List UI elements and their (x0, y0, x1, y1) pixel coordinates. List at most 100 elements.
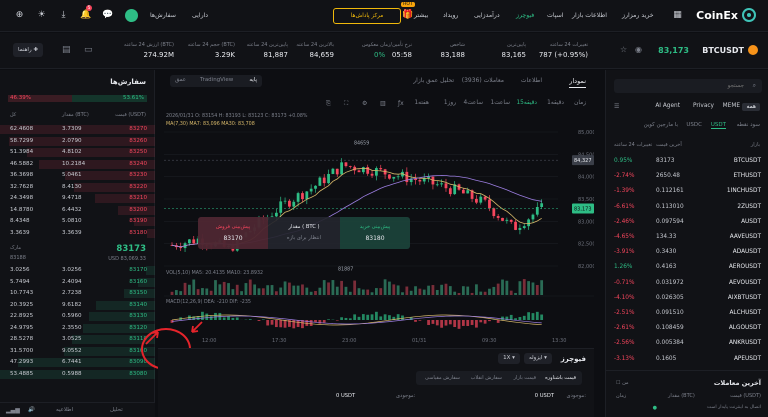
volume-bar (301, 284, 304, 295)
market-row[interactable]: BTCUSDT 83173 0.95% (606, 155, 768, 170)
guide-button[interactable]: راهنما ✚ (13, 43, 43, 57)
low-marker: 81887 (338, 266, 353, 272)
market-row[interactable]: AIXBTUSDT 0.026305 -4.10% (606, 292, 768, 307)
nav-more[interactable]: بیشتر (414, 12, 428, 19)
more-categories-icon[interactable]: ☰ (614, 103, 619, 110)
bid-row[interactable]: 83170 3.0256 3.0256 (0, 266, 155, 276)
nav-market-data[interactable]: اطلاعات بازار (572, 12, 607, 19)
tab-stop[interactable]: سفارش انقلاب (471, 375, 502, 381)
popup-sell-box[interactable]: پیش‌بینی فروش 83170 (198, 217, 268, 249)
calculator-icon[interactable]: ▤ (62, 45, 71, 55)
col-market[interactable]: بازار (751, 142, 760, 148)
quote-tab-coin-margined[interactable]: با مارجین کوین (644, 122, 678, 128)
ask-row[interactable]: 83200 6.4432 14.8780 (0, 205, 155, 216)
market-row[interactable]: AUSDT 0.097594 -2.46% (606, 216, 768, 231)
available-label-right: موجودی: (566, 393, 586, 399)
macd-bar (231, 317, 235, 320)
tab-limit[interactable]: قیمت باشناوره (545, 375, 576, 381)
avatar[interactable] (125, 9, 138, 22)
chat-icon[interactable]: 💬 (102, 10, 113, 21)
sub-tab-spot-margin[interactable]: سود نقطه (737, 122, 760, 128)
nav-futures[interactable]: فیوچرز (516, 12, 534, 19)
category-2[interactable]: Privacy (693, 103, 714, 109)
nav-events[interactable]: رویداد (443, 12, 458, 19)
bid-row[interactable]: 83080 0.5988 53.4885 (0, 369, 155, 380)
market-row[interactable]: ANKRUSDT 0.005384 -2.56% (606, 337, 768, 352)
language-globe-icon[interactable]: ⊕ (14, 10, 25, 21)
market-row[interactable]: ADAUSDT 0.3430 -3.91% (606, 246, 768, 261)
status-analysis[interactable]: تحلیل (110, 407, 123, 413)
margin-mode-select[interactable]: ایزوله ▾ (524, 353, 552, 364)
bid-row[interactable]: 83140 9.6182 20.3925 (0, 300, 155, 311)
market-row[interactable]: ALGOUSDT 0.108459 -2.61% (606, 322, 768, 337)
candle-body (540, 203, 544, 207)
announcement-icon[interactable]: 🔊 (28, 407, 35, 413)
nav-orders[interactable]: سفارش‌ها (150, 12, 176, 19)
status-announcement[interactable]: اطلاعیه (56, 407, 73, 413)
leverage-select[interactable]: 1X ▾ (498, 353, 520, 364)
my-trades-toggle[interactable]: ☐ من (616, 380, 629, 386)
volume-bar (501, 279, 504, 295)
bell-icon[interactable]: 🔔 (80, 10, 91, 21)
ask-row[interactable]: 83210 9.4718 24.3498 (0, 194, 155, 204)
bid-row[interactable]: 83100 9.0552 31.5700 (0, 346, 155, 357)
quote-tab-usdc[interactable]: USDC (686, 122, 702, 128)
order-total: 3.3639 (10, 229, 30, 236)
coinex-logo[interactable]: CoinEx (696, 8, 756, 22)
star-icon[interactable]: ☆ (620, 45, 627, 54)
candlestick-chart[interactable]: 85,00084,50084,00083,50083,00082,50082,0… (158, 70, 594, 348)
macd-bar (540, 314, 544, 320)
volume-bar (461, 286, 465, 295)
category-3[interactable]: AI Agent (655, 103, 680, 109)
category-0[interactable]: همه (742, 103, 760, 111)
book-icon[interactable]: ▭ (84, 45, 93, 55)
ask-row[interactable]: 83240 10.2184 46.5882 (0, 159, 155, 170)
gift-icon[interactable]: 🎁 (402, 10, 413, 21)
ask-row[interactable]: 83250 4.8102 51.3984 (0, 148, 155, 158)
bid-row[interactable]: 83150 2.7238 10.7743 (0, 289, 155, 299)
ask-row[interactable]: 83220 8.4130 32.7628 (0, 182, 155, 193)
rewards-center-button[interactable]: مرکز پاداش‌ها (333, 8, 401, 24)
col-change[interactable]: تغییرات 24 ساعته (614, 142, 652, 148)
pair-name[interactable]: BTCUSDT (702, 46, 744, 55)
nav-assets[interactable]: دارایی (192, 12, 208, 19)
apps-grid-icon[interactable]: ▦ (672, 10, 683, 21)
candle-body (309, 188, 313, 192)
market-row[interactable]: ALCHUSDT 0.091510 -2.51% (606, 307, 768, 322)
market-row[interactable]: 2ZUSDT 0.113010 -6.61% (606, 201, 768, 216)
search-input[interactable] (644, 81, 744, 91)
ask-row[interactable]: 83230 5.0461 36.3698 (0, 171, 155, 181)
download-icon[interactable]: ⤓ (58, 10, 69, 21)
market-row[interactable]: 1INCHUSDT 0.112161 -1.39% (606, 185, 768, 200)
bid-row[interactable]: 83120 2.3550 24.9795 (0, 323, 155, 334)
bid-row[interactable]: 83090 6.7441 47.2993 (0, 358, 155, 368)
market-search[interactable]: ⌕ (614, 79, 762, 93)
popup-buy-box[interactable]: پیش‌بینی خرید 83180 (340, 217, 410, 249)
macd-bar (414, 320, 417, 322)
ask-row[interactable]: 83260 2.0790 58.7299 (0, 136, 155, 147)
market-pair: ALGOUSDT (728, 325, 761, 332)
nav-buy-crypto[interactable]: خرید رمزارز (622, 12, 654, 19)
info-icon[interactable]: ◉ (635, 45, 642, 54)
market-row[interactable]: ETHUSDT 2650.48 -2.74% (606, 170, 768, 185)
ask-row[interactable]: 83270 3.7309 62.4608 (0, 125, 155, 135)
market-row[interactable]: AAVEUSDT 134.33 -4.65% (606, 231, 768, 246)
bid-row[interactable]: 83110 3.0525 28.5278 (0, 335, 155, 345)
market-row[interactable]: APEUSDT 0.1605 -3.13% (606, 353, 768, 368)
candle-body (340, 162, 343, 175)
ask-row[interactable]: 83180 3.3639 3.3639 (0, 228, 155, 239)
market-row[interactable]: AEVOUSDT 0.031972 -0.71% (606, 277, 768, 292)
category-1[interactable]: MEME (723, 103, 740, 109)
tab-scale[interactable]: سفارش مقیاسی (425, 375, 460, 381)
nav-earn[interactable]: درآمدزایی (474, 12, 500, 19)
bid-row[interactable]: 83160 2.4094 5.7494 (0, 277, 155, 288)
quote-tab-usdt[interactable]: USDT (710, 122, 726, 129)
nav-spot[interactable]: اسپات (547, 12, 563, 19)
ask-row[interactable]: 83190 5.0810 8.4348 (0, 217, 155, 227)
market-row[interactable]: AEROUSDT 0.4163 1.26% (606, 261, 768, 276)
theme-toggle-icon[interactable]: ☀ (36, 10, 47, 21)
popup-amount-box[interactable]: مقدار ( BTC ) انتظار برای بازه (268, 217, 340, 249)
tab-market[interactable]: قیمت بازار (514, 375, 536, 381)
bid-row[interactable]: 83130 0.5960 22.8925 (0, 312, 155, 322)
col-last-price[interactable]: آخرین قیمت (656, 142, 682, 148)
